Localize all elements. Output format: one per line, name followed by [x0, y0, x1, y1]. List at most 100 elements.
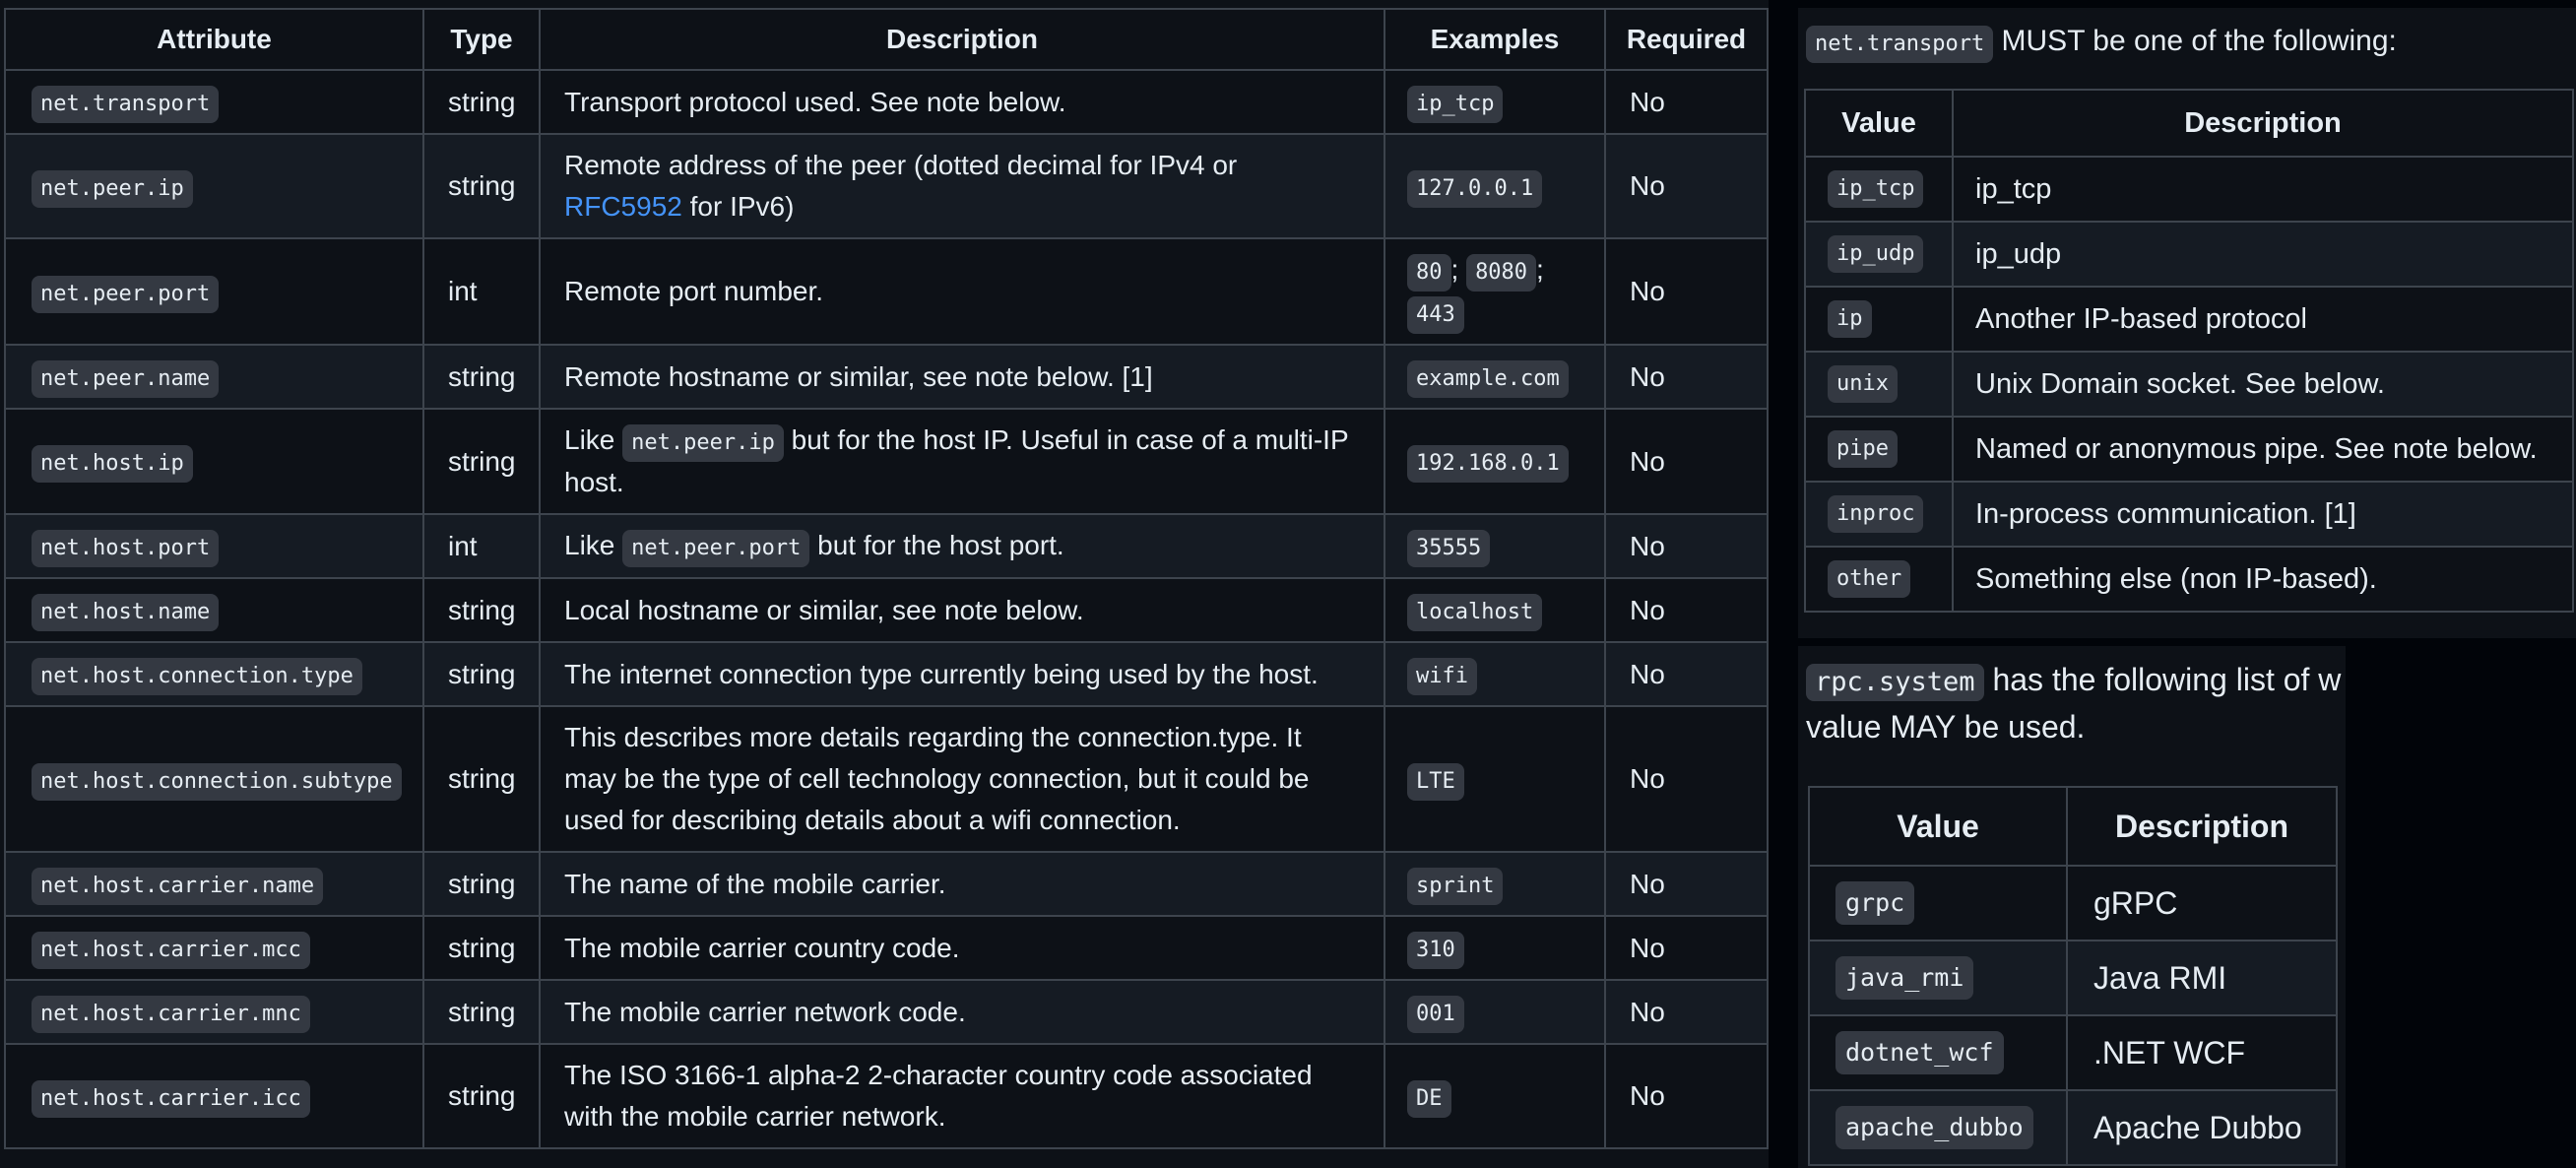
transport-values-panel: net.transport MUST be one of the followi… [1798, 8, 2576, 638]
attribute-name: net.host.carrier.mcc [32, 932, 310, 969]
examples-cell: DE [1384, 1043, 1606, 1149]
description-cell: Remote port number. [539, 237, 1385, 346]
example-value: LTE [1407, 762, 1464, 801]
type-cell: int [422, 513, 541, 579]
value-code: grpc [1835, 881, 1915, 925]
attribute-cell: net.host.carrier.mnc [4, 979, 424, 1045]
rpc-intro-code: rpc.system [1806, 664, 1984, 701]
description-cell: Remote address of the peer (dotted decim… [539, 133, 1385, 239]
description-cell: The internet connection type currently b… [539, 641, 1385, 707]
table-row: ip Another IP-based protocol [1804, 286, 2574, 353]
type-cell: string [422, 705, 541, 853]
column-header-description: Description [539, 8, 1385, 71]
type-cell: string [422, 915, 541, 981]
examples-cell: 80; 8080; 443 [1384, 237, 1606, 346]
required-cell: No [1604, 237, 1769, 346]
examples-cell: sprint [1384, 851, 1606, 917]
example-value: 8080 [1466, 254, 1537, 292]
type-cell: string [422, 408, 541, 515]
required-cell: No [1604, 1043, 1769, 1149]
examples-cell: wifi [1384, 641, 1606, 707]
example-separator: ; [1536, 254, 1544, 285]
table-row: net.peer.port int Remote port number. 80; 8… [4, 237, 1769, 346]
table-row: net.host.port int Like net.peer.port but f… [4, 513, 1769, 579]
attribute-cell: net.host.connection.subtype [4, 705, 424, 853]
example-value: 192.168.0.1 [1407, 445, 1569, 483]
type-cell: string [422, 641, 541, 707]
table-row: other Something else (non IP-based). [1804, 546, 2574, 613]
description-text: The name of the mobile carrier. [564, 868, 946, 899]
table-row: dotnet_wcf .NET WCF [1808, 1014, 2338, 1091]
description-text: Remote hostname or similar, see note bel… [564, 360, 1153, 392]
examples-cell: 192.168.0.1 [1384, 408, 1606, 515]
description-text: Like [564, 424, 623, 455]
value-description: .NET WCF [2066, 1014, 2338, 1091]
attribute-cell: net.host.connection.type [4, 641, 424, 707]
value-code: pipe [1828, 430, 1898, 468]
value-code: ip [1828, 300, 1872, 338]
examples-cell: 310 [1384, 915, 1606, 981]
attribute-name: net.host.carrier.name [32, 868, 324, 905]
required-cell: No [1604, 641, 1769, 707]
attribute-cell: net.host.carrier.icc [4, 1043, 424, 1149]
type-cell: string [422, 577, 541, 643]
attribute-cell: net.host.carrier.mcc [4, 915, 424, 981]
description-text: but for the host port. [809, 530, 1064, 560]
rpc-system-panel: rpc.system has the following list of w v… [1798, 646, 2346, 1168]
description-text: Like [564, 530, 623, 560]
example-value: wifi [1407, 658, 1477, 695]
examples-cell: ip_tcp [1384, 69, 1606, 135]
table-header-row: Attribute Type Description Examples Requ… [4, 8, 1769, 71]
example-value: example.com [1407, 360, 1569, 398]
description-text: The internet connection type currently b… [564, 658, 1319, 689]
description-text: This describes more details regarding th… [564, 722, 1310, 835]
description-cell: Remote hostname or similar, see note bel… [539, 344, 1385, 410]
description-link[interactable]: RFC5952 [564, 191, 682, 222]
required-cell: No [1604, 705, 1769, 853]
value-cell: java_rmi [1808, 940, 2068, 1016]
value-description: ip_udp [1952, 221, 2574, 288]
required-cell: No [1604, 69, 1769, 135]
attribute-name: net.host.name [32, 594, 220, 631]
column-header-value: Value [1804, 89, 1954, 158]
attribute-cell: net.host.port [4, 513, 424, 579]
value-description: ip_tcp [1952, 156, 2574, 223]
attribute-cell: net.host.carrier.name [4, 851, 424, 917]
examples-cell: 001 [1384, 979, 1606, 1045]
required-cell: No [1604, 979, 1769, 1045]
description-text: for IPv6) [681, 191, 795, 222]
value-cell: pipe [1804, 416, 1954, 483]
value-code: ip_tcp [1828, 170, 1924, 208]
table-row: net.host.ip string Like net.peer.ip but fo… [4, 408, 1769, 515]
example-value: 443 [1407, 296, 1464, 334]
value-cell: other [1804, 546, 1954, 613]
example-value: 310 [1407, 932, 1464, 969]
column-header-required: Required [1604, 8, 1769, 71]
table-row: net.host.carrier.mnc string The mobile car… [4, 979, 1769, 1045]
value-description: Something else (non IP-based). [1952, 546, 2574, 613]
value-description: Another IP-based protocol [1952, 286, 2574, 353]
type-cell: string [422, 851, 541, 917]
value-code: inproc [1828, 495, 1924, 533]
description-cell: Like net.peer.ip but for the host IP. Us… [539, 408, 1385, 515]
attribute-name: net.host.port [32, 530, 220, 567]
table-row: pipe Named or anonymous pipe. See note be… [1804, 416, 2574, 483]
required-cell: No [1604, 408, 1769, 515]
value-description: gRPC [2066, 865, 2338, 941]
value-code: other [1828, 560, 1911, 598]
description-text: The mobile carrier network code. [564, 996, 966, 1027]
table-row: unix Unix Domain socket. See below. [1804, 351, 2574, 418]
description-text: The ISO 3166-1 alpha-2 2-character count… [564, 1060, 1313, 1132]
transport-intro: net.transport MUST be one of the followi… [1806, 18, 2397, 65]
value-cell: ip_tcp [1804, 156, 1954, 223]
required-cell: No [1604, 577, 1769, 643]
description-text: The mobile carrier country code. [564, 932, 960, 963]
example-value: sprint [1407, 868, 1504, 905]
description-cell: The ISO 3166-1 alpha-2 2-character count… [539, 1043, 1385, 1149]
table-row: net.host.connection.subtype string This de… [4, 705, 1769, 853]
attribute-cell: net.peer.name [4, 344, 424, 410]
column-header-value: Value [1808, 786, 2068, 867]
attribute-cell: net.peer.ip [4, 133, 424, 239]
required-cell: No [1604, 915, 1769, 981]
value-cell: apache_dubbo [1808, 1089, 2068, 1166]
